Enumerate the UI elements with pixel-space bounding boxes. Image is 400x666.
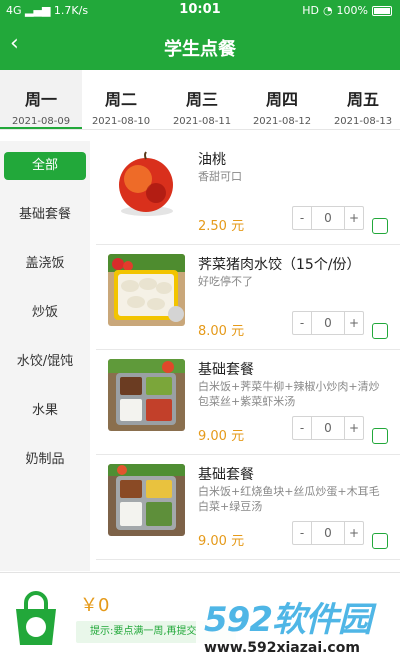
battery-icon [372,5,392,16]
increase-button[interactable]: + [345,207,363,229]
day-tab-mon[interactable]: 周一 2021-08-09 [0,70,82,129]
status-bar: 4G ▂▄▆ 1.7K/s 10:01 HD ◔ 100% [0,0,400,22]
day-date: 2021-08-13 [333,116,393,127]
day-name: 周四 [265,90,298,109]
category-all[interactable]: 全部 [4,152,86,180]
nectarine-image [108,149,185,221]
day-date: 2021-08-09 [11,116,71,127]
day-name: 周三 [185,90,218,109]
day-date: 2021-08-10 [91,116,151,127]
day-date: 2021-08-12 [252,116,312,127]
quantity-stepper: - 0 + [292,521,364,545]
select-checkbox[interactable] [372,218,388,234]
quantity-value[interactable]: 0 [311,417,345,439]
category-fried-rice[interactable]: 炒饭 [0,298,90,328]
item-price: 9.00 元 [198,429,245,444]
quantity-stepper: - 0 + [292,416,364,440]
decrease-button[interactable]: - [293,207,311,229]
meal-tray-image [108,359,185,431]
decrease-button[interactable]: - [293,417,311,439]
menu-item: 荠菜猪肉水饺（15个/份） 好吃停不了 8.00 元 - 0 + [96,246,400,350]
nav-bar: ‹ 学生点餐 [0,22,400,70]
dumplings-image [108,254,185,326]
category-dairy[interactable]: 奶制品 [0,445,90,475]
day-name: 周五 [346,90,379,109]
decrease-button[interactable]: - [293,312,311,334]
item-name: 油桃 [198,152,226,168]
quantity-value[interactable]: 0 [311,522,345,544]
quantity-stepper: - 0 + [292,206,364,230]
day-tab-fri[interactable]: 周五 2021-08-13 [322,70,400,129]
wifi-icon: ◔ [322,4,333,17]
cart-total: ￥0 [80,595,110,616]
increase-button[interactable]: + [345,312,363,334]
menu-item: 基础套餐 白米饭+红烧鱼块+丝瓜炒蛋+木耳毛白菜+绿豆汤 9.00 元 - 0 … [96,456,400,560]
status-right: HD ◔ 100% [302,4,392,17]
day-date: 2021-08-11 [172,116,232,127]
item-description: 白米饭+红烧鱼块+丝瓜炒蛋+木耳毛白菜+绿豆汤 [198,485,380,513]
day-name: 周一 [24,90,57,109]
quantity-value[interactable]: 0 [311,312,345,334]
page-title: 学生点餐 [164,39,236,60]
item-name: 基础套餐 [198,467,254,483]
category-fruit[interactable]: 水果 [0,396,90,426]
week-selector: 周一 2021-08-09 周二 2021-08-10 周三 2021-08-1… [0,70,400,130]
category-dumplings[interactable]: 水饺/馄饨 [0,347,90,377]
day-tab-wed[interactable]: 周三 2021-08-11 [161,70,243,129]
item-description: 白米饭+荠菜牛柳+辣椒小炒肉+清炒包菜丝+紫菜虾米汤 [198,380,380,408]
quantity-stepper: - 0 + [292,311,364,335]
shopping-bag-icon[interactable] [14,591,58,647]
watermark: 592软件园 www.592xiazai.com [196,592,400,666]
category-rice-bowl[interactable]: 盖浇饭 [0,249,90,279]
increase-button[interactable]: + [345,417,363,439]
menu-item: 基础套餐 白米饭+荠菜牛柳+辣椒小炒肉+清炒包菜丝+紫菜虾米汤 9.00 元 -… [96,351,400,455]
watermark-logo: 592软件园 [204,600,372,640]
decrease-button[interactable]: - [293,522,311,544]
category-sidebar: 全部 基础套餐 盖浇饭 炒饭 水饺/馄饨 水果 奶制品 [0,141,90,571]
hd-indicator: HD [302,4,319,17]
battery-percent: 100% [336,4,368,17]
select-checkbox[interactable] [372,533,388,549]
meal-tray-image [108,464,185,536]
item-price: 8.00 元 [198,324,245,339]
select-checkbox[interactable] [372,428,388,444]
watermark-url: www.592xiazai.com [204,640,360,656]
item-description: 香甜可口 [198,170,242,183]
select-checkbox[interactable] [372,323,388,339]
item-name: 基础套餐 [198,362,254,378]
day-tab-thu[interactable]: 周四 2021-08-12 [241,70,323,129]
day-name: 周二 [104,90,137,109]
menu-item: 油桃 香甜可口 2.50 元 - 0 + [96,141,400,245]
day-tab-tue[interactable]: 周二 2021-08-10 [80,70,162,129]
increase-button[interactable]: + [345,522,363,544]
item-name: 荠菜猪肉水饺（15个/份） [198,257,361,273]
item-description: 好吃停不了 [198,275,253,288]
quantity-value[interactable]: 0 [311,207,345,229]
item-price: 2.50 元 [198,219,245,234]
item-price: 9.00 元 [198,534,245,549]
category-basic-set[interactable]: 基础套餐 [0,200,90,230]
